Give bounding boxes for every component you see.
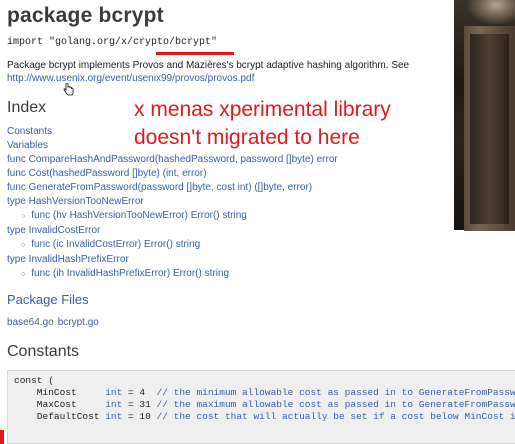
code-line: MaxCost int = 31 // the maximum allowabl… xyxy=(14,399,515,411)
red-underline-annotation xyxy=(156,52,234,55)
hand-pointer-icon xyxy=(63,82,74,101)
index-item[interactable]: func Cost(hashedPassword []byte) (int, e… xyxy=(7,167,338,181)
index-item-label: func GenerateFromPassword(password []byt… xyxy=(7,182,313,193)
code-line: MinCost int = 4 // the minimum allowable… xyxy=(14,387,515,399)
bullet-icon: ○ xyxy=(21,213,26,220)
godoc-page: package bcrypt import "golang.org/x/cryp… xyxy=(0,0,515,444)
photo-frame xyxy=(464,26,515,231)
code-text: = 31 xyxy=(122,399,157,410)
code-comment: // the cost that will actually be set if… xyxy=(156,411,515,422)
code-text: DefaultCost xyxy=(14,411,106,422)
code-text: const ( xyxy=(14,375,54,386)
index-item[interactable]: Variables xyxy=(7,139,338,153)
code-line: const ( xyxy=(14,375,515,387)
package-file-link[interactable]: bcrypt.go xyxy=(58,317,99,328)
index-item-label: type InvalidCostError xyxy=(7,225,101,236)
index-heading: Index xyxy=(7,99,47,116)
type-keyword: int xyxy=(105,387,123,398)
code-comment: // the maximum allowable cost as passed … xyxy=(156,399,515,410)
index-list: Constants Variables func CompareHashAndPas… xyxy=(7,125,338,282)
type-keyword: int xyxy=(105,399,123,410)
package-files-heading[interactable]: Package Files xyxy=(7,292,89,307)
index-subitem[interactable]: ○ func (ic InvalidCostError) Error() stri… xyxy=(7,238,338,253)
index-item-label: func Cost(hashedPassword []byte) (int, e… xyxy=(7,168,207,179)
red-edge-mark xyxy=(0,430,4,444)
page-title: package bcrypt xyxy=(7,4,164,27)
bullet-icon: ○ xyxy=(21,242,26,249)
constants-heading: Constants xyxy=(7,343,80,360)
package-files-list: base64.go bcrypt.go xyxy=(7,317,103,328)
index-item-label: type HashVersionTooNewError xyxy=(7,196,144,207)
code-line: DefaultCost int = 10 // the cost that wi… xyxy=(14,411,515,423)
index-subitem[interactable]: ○ func (hv HashVersionTooNewError) Error(… xyxy=(7,209,338,224)
index-item-label: Constants xyxy=(7,126,53,137)
index-item-label: func CompareHashAndPassword(hashedPasswo… xyxy=(7,154,338,165)
description-text: Package bcrypt implements Provos and Maz… xyxy=(7,60,410,71)
code-text: MinCost xyxy=(14,387,106,398)
code-text: = 10 xyxy=(122,411,157,422)
index-item-label: func (hv HashVersionTooNewError) Error()… xyxy=(31,210,247,221)
code-comment: // the minimum allowable cost as passed … xyxy=(156,387,515,398)
constants-code-block: const ( MinCost int = 4 // the minimum a… xyxy=(7,370,515,444)
index-item[interactable]: type InvalidCostError xyxy=(7,224,338,238)
code-text: MaxCost xyxy=(14,399,106,410)
index-item[interactable]: type HashVersionTooNewError xyxy=(7,195,338,209)
index-subitem[interactable]: ○ func (ih InvalidHashPrefixError) Error(… xyxy=(7,267,338,282)
provos-paper-link[interactable]: http://www.usenix.org/event/usenix99/pro… xyxy=(7,73,254,84)
index-item[interactable]: Constants xyxy=(7,125,338,139)
index-item-label: func (ic InvalidCostError) Error() strin… xyxy=(31,239,201,250)
import-statement: import "golang.org/x/crypto/bcrypt" xyxy=(7,37,218,48)
package-description: Package bcrypt implements Provos and Maz… xyxy=(7,59,427,85)
photo-light xyxy=(468,0,515,24)
index-item-label: Variables xyxy=(7,140,48,151)
index-item-label: type InvalidHashPrefixError xyxy=(7,254,129,265)
type-keyword: int xyxy=(105,411,123,422)
index-item[interactable]: func GenerateFromPassword(password []byt… xyxy=(7,181,338,195)
note-line-1: x menas xperimental library xyxy=(134,98,391,121)
code-text: = 4 xyxy=(122,387,157,398)
index-item[interactable]: type InvalidHashPrefixError xyxy=(7,253,338,267)
background-photo-edge xyxy=(454,0,515,231)
index-item-label: func (ih InvalidHashPrefixError) Error()… xyxy=(31,268,230,279)
index-item[interactable]: func CompareHashAndPassword(hashedPasswo… xyxy=(7,153,338,167)
bullet-icon: ○ xyxy=(21,271,26,278)
package-file-link[interactable]: base64.go xyxy=(7,317,54,328)
photo-frame-inner xyxy=(470,34,509,224)
